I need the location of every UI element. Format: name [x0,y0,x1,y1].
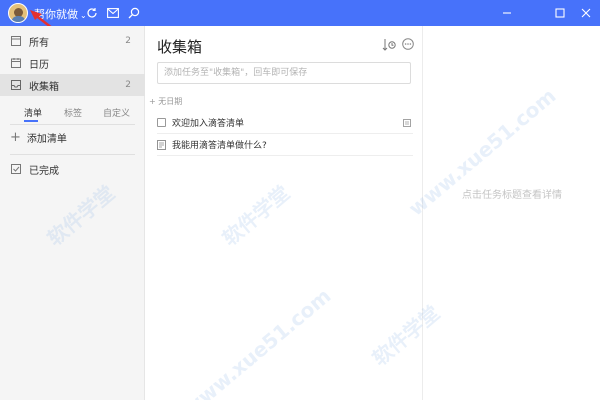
all-icon [10,36,21,47]
sync-icon[interactable] [84,5,100,21]
more-options-icon[interactable] [402,38,414,50]
note-icon[interactable] [157,139,166,150]
sidebar-item-completed[interactable]: 已完成 [0,158,145,180]
username-label: 帮你就做 [34,8,78,21]
divider [10,154,135,155]
add-list-button[interactable]: + 添加清单 [10,130,67,145]
active-tab-indicator [24,120,38,122]
section-header-label: 无日期 [158,97,183,106]
sidebar-item-all[interactable]: 所有 2 [0,30,145,52]
sidebar: 所有 2 日历 收集箱 2 清单 标签 自定义 + 添加清单 已完成 [0,26,145,400]
close-icon[interactable] [577,4,595,22]
add-task-input[interactable] [157,62,411,84]
task-row[interactable]: 欢迎加入滴答清单 [157,112,413,134]
maximize-icon[interactable] [551,4,569,22]
avatar-body [11,16,26,22]
sidebar-item-label: 所有 [29,37,49,49]
sidebar-item-count: 2 [125,36,131,46]
task-row[interactable]: 我能用滴答清单做什么? [157,134,413,156]
completed-icon [10,164,21,175]
task-title: 我能用滴答清单做什么? [172,141,267,151]
note-indicator-icon [403,119,411,127]
username-menu[interactable]: 帮你就做 ⌄ [34,6,87,22]
tab-custom[interactable]: 自定义 [103,106,130,119]
divider [10,124,135,125]
title-bar: 帮你就做 ⌄ [0,0,600,26]
tab-lists[interactable]: 清单 [24,106,42,119]
add-list-label: 添加清单 [26,134,67,145]
sidebar-tabs: 清单 标签 自定义 [0,106,145,124]
task-checkbox[interactable] [157,118,166,127]
sidebar-item-label: 已完成 [29,165,59,177]
detail-empty-text: 点击任务标题查看详情 [462,190,562,201]
sort-icon[interactable] [382,38,396,52]
sidebar-item-inbox[interactable]: 收集箱 2 [0,74,145,96]
sidebar-item-label: 日历 [29,59,49,71]
task-title: 欢迎加入滴答清单 [172,119,245,129]
expand-plus-icon: + [149,97,159,106]
section-header[interactable]: + 无日期 [149,96,182,107]
search-icon[interactable] [126,5,142,21]
page-title: 收集箱 [157,38,203,56]
plus-icon: + [10,130,21,145]
minimize-icon[interactable] [498,4,516,22]
mail-icon[interactable] [105,5,121,21]
inbox-icon [10,80,21,91]
main-list-pane: 收集箱 + 无日期 欢迎加入滴答清单 我能用滴答清单做什么? [145,26,423,400]
tab-tags[interactable]: 标签 [64,106,82,119]
avatar[interactable] [8,3,28,23]
calendar-icon [10,58,21,69]
sidebar-item-label: 收集箱 [29,81,59,93]
sidebar-item-calendar[interactable]: 日历 [0,52,145,74]
sidebar-item-count: 2 [125,80,131,90]
